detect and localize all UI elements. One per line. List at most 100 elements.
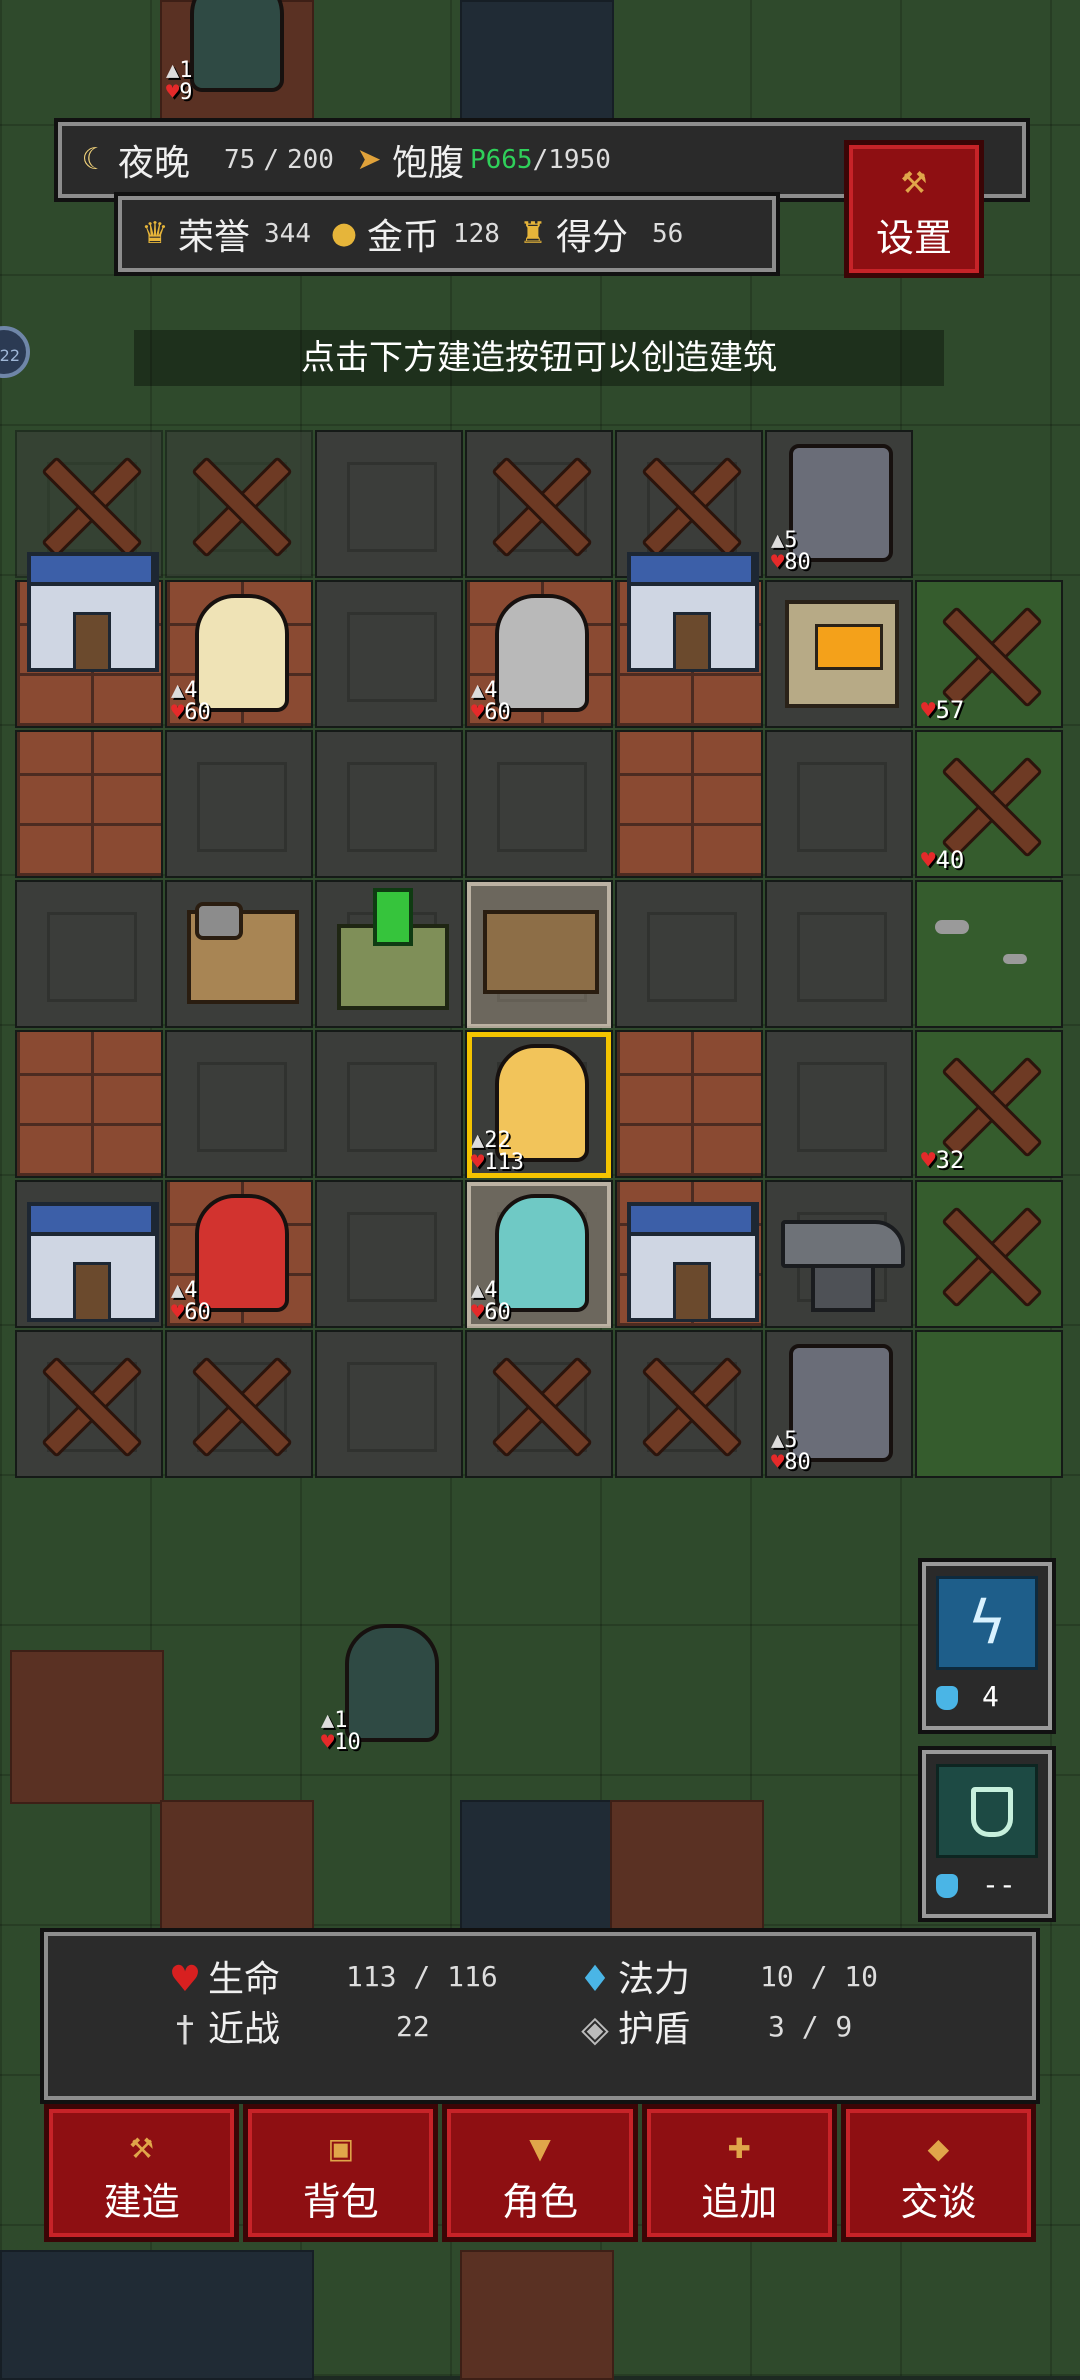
build-label: 建造 [103,2180,180,2224]
tile[interactable] [315,1180,463,1328]
rock [1003,954,1027,964]
speech-icon: ◆ [927,2132,950,2165]
spike-barricade[interactable] [915,1180,1063,1328]
action-bar: ⚒ 建造 ▣ 背包 ▼ 角色 ✚ 追加 ◆ 交谈 [44,2104,1037,2242]
tile[interactable] [15,1030,163,1178]
bag-label: 背包 [302,2180,379,2224]
house[interactable] [15,1180,163,1328]
food-label: 饱腹 [391,143,464,184]
tile[interactable] [165,1030,313,1178]
tile[interactable] [615,730,763,878]
settings-button[interactable]: ⚒ 设置 [844,140,984,278]
spike-barricade[interactable] [15,1330,163,1478]
tile[interactable] [765,730,913,878]
time-max: 200 [286,145,334,175]
crystal-altar[interactable] [315,880,463,1028]
lightning-scroll-icon: ϟ [936,1576,1038,1670]
add-button[interactable]: ✚ 追加 [641,2104,837,2242]
melee-row: † 近战 [168,2000,280,2052]
tile[interactable] [315,1330,463,1478]
sword-icon: † [176,2009,194,2050]
shield-value: 3 / 9 [768,2010,853,2043]
score-label: 得分 [555,217,628,258]
hero-stats: ▲22 ♥113 [471,1128,524,1175]
spike-barricade[interactable] [165,430,313,578]
ally-mage[interactable]: ▲4 ♥60 [465,1180,613,1328]
spike-barricade[interactable] [615,1330,763,1478]
tile[interactable] [315,580,463,728]
enemy-bandit-top[interactable]: ▲1 ♥9 [160,0,308,108]
ally-angel[interactable]: ▲4 ♥60 [165,580,313,728]
spike-barricade[interactable]: ♥40 [915,730,1063,878]
chest-body [483,910,599,994]
furnace[interactable] [765,580,913,728]
tile[interactable] [315,1030,463,1178]
talk-button[interactable]: ◆ 交谈 [840,2104,1037,2242]
treasure-chest[interactable] [465,880,613,1028]
dirt-patch [610,1800,764,1934]
house[interactable] [15,530,163,678]
anvil[interactable] [765,1180,913,1328]
character-icon: ▼ [529,2132,551,2165]
tile[interactable] [765,1030,913,1178]
tile[interactable] [465,730,613,878]
tile[interactable] [315,430,463,578]
spike-barricade[interactable]: ♥32 [915,1030,1063,1178]
bag-button[interactable]: ▣ 背包 [243,2104,439,2242]
tile[interactable] [615,1030,763,1178]
house[interactable] [615,530,763,678]
well[interactable] [165,880,313,1028]
enemy-stats: ▲1 ♥9 [166,58,193,105]
spike-barricade[interactable] [465,430,613,578]
rock [935,920,969,934]
hp-value: 113 / 116 [346,1960,498,1993]
skill-lightning[interactable]: ϟ 4 [922,1562,1052,1730]
spike-barricade[interactable]: ♥57 [915,580,1063,728]
well-bucket [195,902,243,940]
game-board[interactable]: ▲5 ♥80 ▲4 ♥60 ▲4 ♥60 ♥57 ♥40 ▲22 ♥113 ♥3… [15,430,1075,1505]
skill-shield[interactable]: -- [922,1750,1052,1918]
enemy-stats: ▲1 ♥10 [321,1708,361,1755]
defense-tower-bottom[interactable]: ▲5 ♥80 [765,1330,913,1478]
tile[interactable] [15,880,163,1028]
shield-row: ◈ 护盾 [578,2000,690,2052]
character-button[interactable]: ▼ 角色 [442,2104,638,2242]
water-patch [460,1800,614,1934]
fire-icon [815,624,883,670]
heart-icon: ♥ [168,1959,202,2000]
melee-value: 22 [396,2010,430,2043]
shield-icon: ◈ [581,2009,609,2050]
melee-label: 近战 [208,2009,281,2050]
mana-potion-icon [936,1686,958,1710]
hero-knight[interactable]: ▲22 ♥113 [465,1030,613,1178]
time-current: 75 [224,145,256,175]
dirt-patch [10,1650,164,1804]
tower-stats: ▲5 ♥80 [771,1428,811,1475]
tile[interactable] [315,730,463,878]
score-bar: ♛ 荣誉 344 ● 金币 128 ♜ 得分 56 [118,196,776,272]
ally-red-hood[interactable]: ▲4 ♥60 [165,1180,313,1328]
spike-barricade[interactable] [465,1330,613,1478]
settings-label: 设置 [875,216,952,260]
tile[interactable] [165,730,313,878]
spike-barricade[interactable] [165,1330,313,1478]
tower-stats: ▲5 ♥80 [771,528,811,575]
build-button[interactable]: ⚒ 建造 [44,2104,240,2242]
rocks [915,880,1063,1028]
trophy-icon: ♜ [519,216,547,251]
crown-icon: ♛ [141,216,169,251]
spike-hp: ♥40 [921,846,965,874]
house[interactable] [615,1180,763,1328]
gold-value: 128 [453,219,500,249]
tile[interactable] [615,880,763,1028]
tile[interactable] [765,880,913,1028]
drumstick-icon: ➤ [356,142,382,177]
ally-dwarf[interactable]: ▲4 ♥60 [465,580,613,728]
spike-hp: ♥57 [921,696,965,724]
time-separator: / [263,145,279,175]
defense-tower-top[interactable]: ▲5 ♥80 [765,430,913,578]
add-label: 追加 [701,2180,778,2224]
tile[interactable] [15,730,163,878]
tile[interactable] [915,1330,1063,1478]
enemy-bandit-bottom[interactable]: ▲1 ♥10 [315,1610,463,1758]
